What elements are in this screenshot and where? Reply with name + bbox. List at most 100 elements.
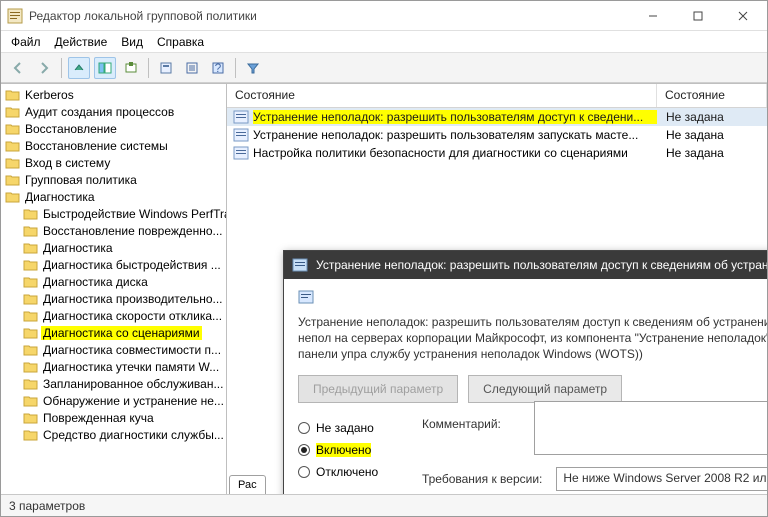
tree-item-label: Диагностика быстродействия ... xyxy=(41,258,223,272)
list-row[interactable]: Устранение неполадок: разрешить пользова… xyxy=(227,108,767,126)
list-row-state: Не задана xyxy=(657,128,767,142)
tree-item[interactable]: Диагностика диска xyxy=(1,273,226,290)
tree-item[interactable]: Средство диагностики службы... xyxy=(1,426,226,443)
tree-item-label: Восстановление системы xyxy=(23,139,170,153)
tree-item[interactable]: Диагностика быстродействия ... xyxy=(1,256,226,273)
app-icon xyxy=(7,8,23,24)
setting-icon xyxy=(233,145,249,161)
maximize-button[interactable] xyxy=(675,2,720,30)
toolbar-divider xyxy=(61,58,62,78)
main-window: Редактор локальной групповой политики Фа… xyxy=(0,0,768,517)
dialog-icon xyxy=(292,257,308,273)
tree-item[interactable]: Вход в систему xyxy=(1,154,226,171)
folder-icon xyxy=(23,427,38,442)
tree-item-label: Диагностика производительно... xyxy=(41,292,225,306)
menu-view[interactable]: Вид xyxy=(121,35,143,49)
folder-icon xyxy=(5,189,20,204)
tree-item-label: Поврежденная куча xyxy=(41,411,156,425)
list-row-title: Устранение неполадок: разрешить пользова… xyxy=(253,128,657,142)
dialog-nav: Предыдущий параметр Следующий параметр xyxy=(298,375,767,403)
tree-item-label: Средство диагностики службы... xyxy=(41,428,226,442)
tree-item-label: Диагностика совместимости п... xyxy=(41,343,223,357)
dialog-title: Устранение неполадок: разрешить пользова… xyxy=(316,258,767,272)
dialog-titlebar: Устранение неполадок: разрешить пользова… xyxy=(284,251,767,279)
tree-item[interactable]: Быстродействие Windows PerfTrack xyxy=(1,205,226,222)
tree-item-label: Запланированное обслуживан... xyxy=(41,377,225,391)
window-title: Редактор локальной групповой политики xyxy=(29,9,630,23)
minimize-button[interactable] xyxy=(630,2,675,30)
folder-icon xyxy=(23,291,38,306)
tab-extended[interactable]: Рас xyxy=(229,475,266,494)
properties-icon[interactable] xyxy=(155,57,177,79)
navigation-tree[interactable]: KerberosАудит создания процессовВосстано… xyxy=(1,84,227,494)
tree-item[interactable]: Групповая политика xyxy=(1,171,226,188)
tree-item[interactable]: Диагностика утечки памяти W... xyxy=(1,358,226,375)
content-area: KerberosАудит создания процессовВосстано… xyxy=(1,83,767,494)
tree-item[interactable]: Поврежденная куча xyxy=(1,409,226,426)
export-icon[interactable] xyxy=(120,57,142,79)
help-icon[interactable]: ? xyxy=(207,57,229,79)
tree-item[interactable]: Аудит создания процессов xyxy=(1,103,226,120)
radio-enabled[interactable]: Включено xyxy=(298,439,412,461)
tree-item-label: Восстановление поврежденно... xyxy=(41,224,225,238)
list-row[interactable]: Устранение неполадок: разрешить пользова… xyxy=(227,126,767,144)
tree-item-label: Быстродействие Windows PerfTrack xyxy=(41,207,227,221)
list-icon[interactable] xyxy=(181,57,203,79)
tree-item[interactable]: Восстановление системы xyxy=(1,137,226,154)
toolbar-divider xyxy=(235,58,236,78)
tree-item[interactable]: Диагностика совместимости п... xyxy=(1,341,226,358)
tree-item[interactable]: Восстановление поврежденно... xyxy=(1,222,226,239)
radio-not-configured[interactable]: Не задано xyxy=(298,417,412,439)
requirements-value: Не ниже Windows Server 2008 R2 или Windo… xyxy=(556,467,767,491)
requirements-label: Требования к версии: xyxy=(422,472,542,486)
folder-icon xyxy=(5,155,20,170)
tree-item[interactable]: Запланированное обслуживан... xyxy=(1,375,226,392)
folder-icon xyxy=(23,410,38,425)
list-row-state: Не задана xyxy=(657,110,767,124)
comment-textarea[interactable] xyxy=(534,401,767,455)
radio-disabled[interactable]: Отключено xyxy=(298,461,412,483)
up-icon[interactable] xyxy=(68,57,90,79)
tree-item-label: Kerberos xyxy=(23,88,76,102)
menu-file[interactable]: Файл xyxy=(11,35,41,49)
menu-action[interactable]: Действие xyxy=(55,35,108,49)
setting-icon xyxy=(233,109,249,125)
folder-icon xyxy=(5,87,20,102)
list-header-name[interactable]: Состояние xyxy=(227,84,657,107)
folder-icon xyxy=(23,342,38,357)
tree-item[interactable]: Диагностика скорости отклика... xyxy=(1,307,226,324)
list-header-state[interactable]: Состояние xyxy=(657,84,767,107)
prev-setting-button[interactable]: Предыдущий параметр xyxy=(298,375,458,403)
close-button[interactable] xyxy=(720,2,765,30)
tree-item-label: Диагностика xyxy=(41,241,115,255)
tree-item[interactable]: Диагностика xyxy=(1,188,226,205)
tree-item[interactable]: Восстановление xyxy=(1,120,226,137)
tree-item-label: Обнаружение и устранение не... xyxy=(41,394,226,408)
folder-icon xyxy=(23,359,38,374)
tree-item-label: Диагностика скорости отклика... xyxy=(41,309,224,323)
folder-icon xyxy=(23,206,38,221)
folder-icon xyxy=(5,138,20,153)
list-row[interactable]: Настройка политики безопасности для диаг… xyxy=(227,144,767,162)
tree-item[interactable]: Kerberos xyxy=(1,86,226,103)
tree-item[interactable]: Диагностика со сценариями xyxy=(1,324,226,341)
tree-item[interactable]: Диагностика xyxy=(1,239,226,256)
tree-item-label: Диагностика утечки памяти W... xyxy=(41,360,221,374)
back-icon[interactable] xyxy=(7,57,29,79)
folder-icon xyxy=(23,240,38,255)
list-row-title: Устранение неполадок: разрешить пользова… xyxy=(253,110,657,124)
menu-help[interactable]: Справка xyxy=(157,35,204,49)
tree-item-label: Диагностика диска xyxy=(41,275,150,289)
toolbar: ? xyxy=(1,53,767,83)
forward-icon[interactable] xyxy=(33,57,55,79)
folder-icon xyxy=(5,172,20,187)
setting-icon xyxy=(233,127,249,143)
settings-list[interactable]: Устранение неполадок: разрешить пользова… xyxy=(227,108,767,162)
tree-item-label: Групповая политика xyxy=(23,173,139,187)
tree-item-label: Диагностика xyxy=(23,190,97,204)
tree-item[interactable]: Обнаружение и устранение не... xyxy=(1,392,226,409)
tree-item[interactable]: Диагностика производительно... xyxy=(1,290,226,307)
next-setting-button[interactable]: Следующий параметр xyxy=(468,375,622,403)
filter-icon[interactable] xyxy=(242,57,264,79)
show-hide-tree-icon[interactable] xyxy=(94,57,116,79)
